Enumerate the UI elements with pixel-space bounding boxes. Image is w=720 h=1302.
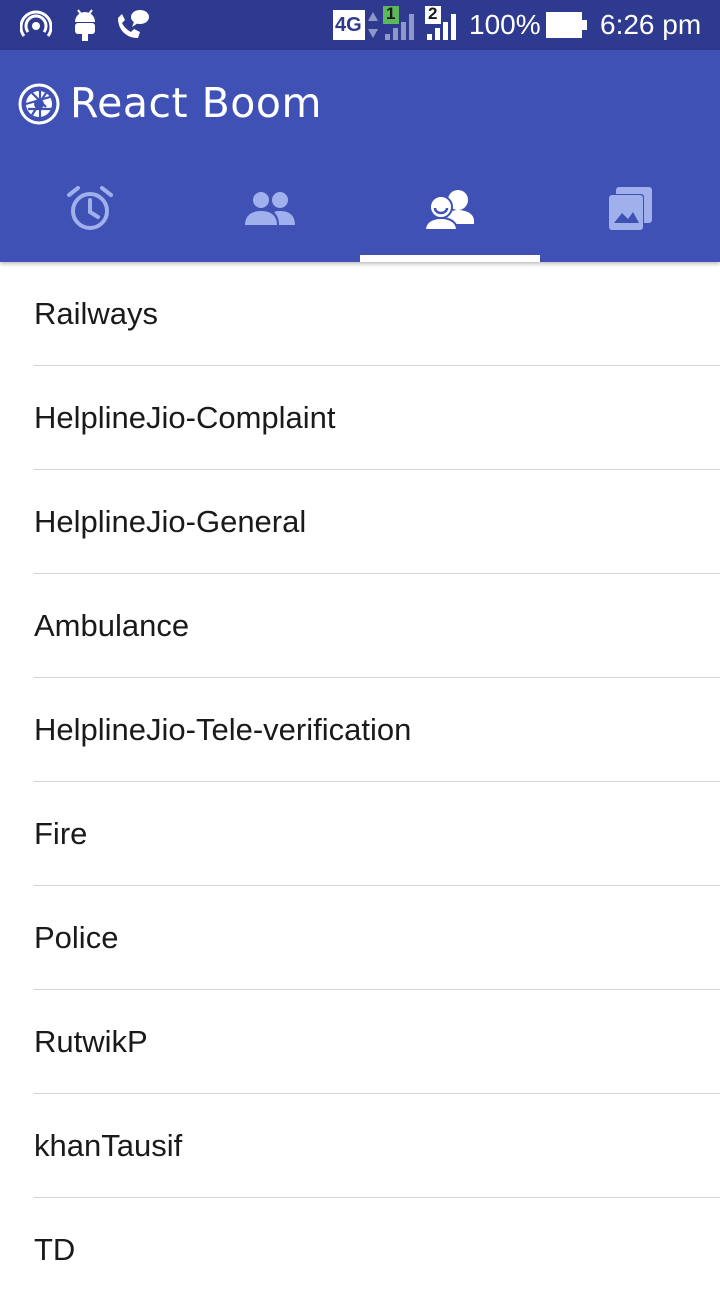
list-item[interactable]: TD [0, 1198, 720, 1302]
tab-bar [0, 156, 720, 262]
tab-gallery[interactable] [540, 156, 720, 262]
contact-name: khanTausif [34, 1128, 183, 1163]
contacts-icon [424, 187, 476, 231]
wifi-calling-icon [114, 8, 150, 47]
signal-sim2-icon: 2 [423, 4, 461, 47]
contact-name: TD [34, 1232, 76, 1267]
app-title: React Boom [70, 79, 322, 127]
contact-name: Fire [34, 816, 88, 851]
list-item[interactable]: Police [0, 886, 720, 990]
status-bar: 4G 1 2 100% 6:26 pm [0, 0, 720, 50]
network-type-label: 4G [335, 14, 362, 36]
list-item[interactable]: HelplineJio-Complaint [0, 366, 720, 470]
contact-name: HelplineJio-General [34, 504, 307, 539]
list-item[interactable]: HelplineJio-Tele-verification [0, 678, 720, 782]
network-4g-icon: 4G [333, 10, 365, 45]
sim1-label: 1 [386, 4, 396, 23]
status-time: 6:26 pm [600, 9, 702, 40]
list-item[interactable]: Railways [0, 262, 720, 366]
list-item[interactable]: khanTausif [0, 1094, 720, 1198]
tab-indicator [360, 255, 540, 262]
tab-people[interactable] [180, 156, 360, 262]
tab-alarm[interactable] [0, 156, 180, 262]
people-icon [244, 191, 296, 227]
app-bar: React Boom [0, 50, 720, 262]
data-activity-icon [367, 10, 379, 45]
list-item[interactable]: Fire [0, 782, 720, 886]
android-icon [72, 8, 98, 47]
photo-library-icon [606, 185, 654, 233]
list-item[interactable]: HelplineJio-General [0, 470, 720, 574]
signal-sim1-icon: 1 [381, 4, 419, 47]
battery-percentage: 100% [469, 9, 541, 40]
contact-name: RutwikP [34, 1024, 148, 1059]
contact-list: Railways HelplineJio-Complaint HelplineJ… [0, 262, 720, 1302]
contact-name: Ambulance [34, 608, 190, 643]
aperture-icon [18, 83, 60, 125]
hotspot-icon [19, 10, 53, 47]
alarm-icon [66, 185, 114, 233]
contact-name: Railways [34, 296, 159, 331]
contact-name: Police [34, 920, 119, 955]
tab-contacts[interactable] [360, 156, 540, 262]
sim2-label: 2 [428, 4, 438, 23]
battery-icon [546, 12, 588, 43]
contact-name: HelplineJio-Complaint [34, 400, 336, 435]
toolbar: React Boom [0, 50, 720, 156]
list-item[interactable]: Ambulance [0, 574, 720, 678]
list-item[interactable]: RutwikP [0, 990, 720, 1094]
contact-name: HelplineJio-Tele-verification [34, 712, 412, 747]
